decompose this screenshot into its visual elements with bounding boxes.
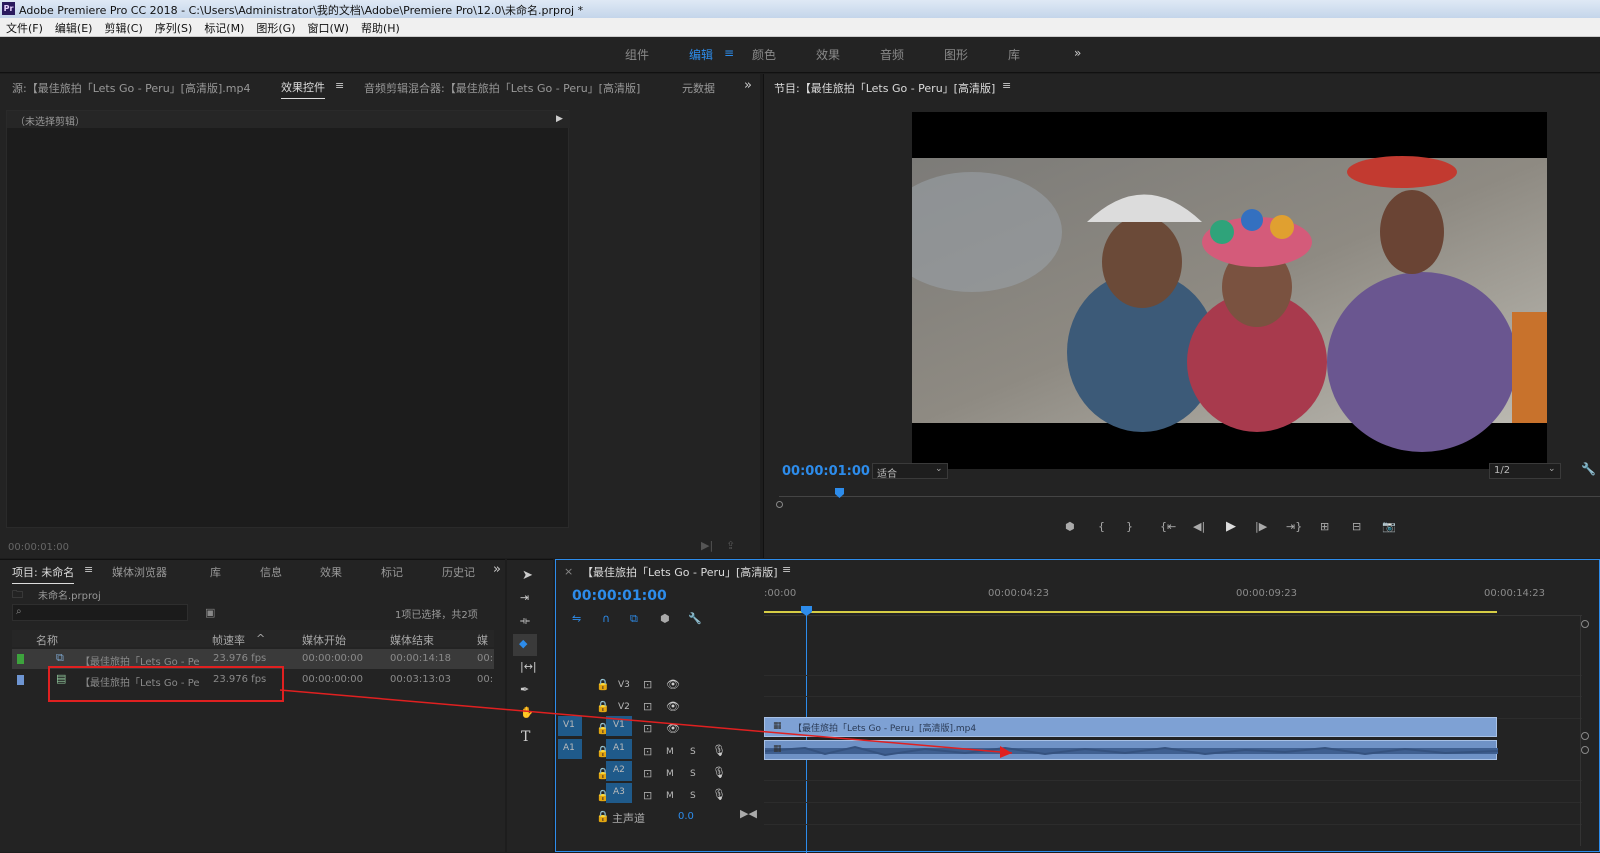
drag-arrow-annotation [279,689,1013,758]
